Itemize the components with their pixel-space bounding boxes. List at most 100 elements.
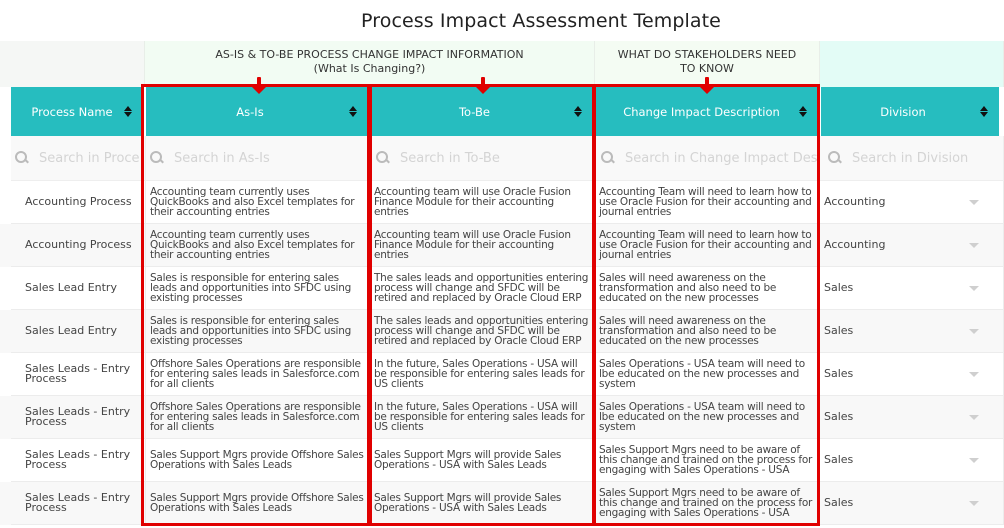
sort-icon[interactable] — [346, 106, 360, 117]
group-header-stakeholders: WHAT DO STAKEHOLDERS NEED TO KNOW — [595, 41, 820, 87]
group-header-blank — [0, 41, 145, 87]
sort-icon[interactable] — [121, 106, 135, 117]
division-value: Accounting — [824, 238, 886, 251]
cell-division[interactable]: Sales — [820, 396, 1004, 439]
row-gutter — [0, 353, 11, 396]
division-value: Accounting — [824, 195, 886, 208]
dropdown-caret-icon[interactable] — [969, 457, 979, 463]
cell-as-is: Sales Support Mgrs provide Offshore Sale… — [146, 482, 370, 525]
column-header-label: Change Impact Description — [623, 104, 780, 119]
cell-division[interactable]: Sales — [820, 353, 1004, 396]
search-change-impact[interactable] — [595, 136, 820, 181]
search-process-name-input[interactable] — [39, 150, 145, 166]
cell-as-is: Accounting team currently uses QuickBook… — [146, 181, 370, 224]
search-icon — [376, 151, 390, 165]
search-icon — [15, 151, 29, 165]
sort-icon[interactable] — [796, 106, 810, 117]
cell-as-is: Sales is responsible for entering sales … — [146, 310, 370, 353]
division-value: Sales — [824, 453, 854, 466]
dropdown-caret-icon[interactable] — [969, 414, 979, 420]
row-gutter — [0, 482, 11, 525]
cell-change-impact: Sales Operations - USA team will need to… — [595, 353, 820, 396]
dropdown-caret-icon[interactable] — [969, 328, 979, 334]
cell-process-name: Sales Leads - Entry Process — [11, 353, 146, 396]
search-icon — [601, 151, 615, 165]
search-change-impact-input[interactable] — [625, 150, 819, 166]
dropdown-caret-icon[interactable] — [969, 242, 979, 248]
group-header-as-is-to-be: AS-IS & TO-BE PROCESS CHANGE IMPACT INFO… — [145, 41, 595, 87]
row-gutter — [0, 396, 11, 439]
search-to-be-input[interactable] — [400, 150, 594, 166]
column-header-change-impact[interactable]: Change Impact Description — [595, 87, 820, 136]
search-as-is-input[interactable] — [174, 150, 369, 166]
column-header-label: Division — [880, 104, 926, 119]
search-as-is[interactable] — [146, 136, 370, 181]
cell-division[interactable]: Sales — [820, 267, 1004, 310]
cell-to-be: Accounting team will use Oracle Fusion F… — [370, 224, 595, 267]
column-header-label: Process Name — [31, 104, 113, 119]
search-division-input[interactable] — [852, 150, 1003, 166]
cell-to-be: Sales Support Mgrs will provide Sales Op… — [370, 439, 595, 482]
cell-process-name: Accounting Process — [11, 181, 146, 224]
division-value: Sales — [824, 410, 854, 423]
column-header-to-be[interactable]: To-Be — [370, 87, 595, 136]
cell-to-be: The sales leads and opportunities enteri… — [370, 267, 595, 310]
row-gutter — [0, 310, 11, 353]
row-gutter — [0, 267, 11, 310]
row-gutter — [0, 224, 11, 267]
column-header-label: To-Be — [458, 104, 491, 119]
division-value: Sales — [824, 496, 854, 509]
cell-process-name: Sales Lead Entry — [11, 267, 146, 310]
dropdown-caret-icon[interactable] — [969, 285, 979, 291]
search-process-name[interactable] — [11, 136, 146, 181]
column-header-division[interactable]: Division — [821, 87, 1001, 136]
cell-change-impact: Accounting Team will need to learn how t… — [595, 181, 820, 224]
group-header-as-is-to-be-title: AS-IS & TO-BE PROCESS CHANGE IMPACT INFO… — [215, 48, 524, 61]
cell-change-impact: Sales will need awareness on the transfo… — [595, 267, 820, 310]
division-value: Sales — [824, 324, 854, 337]
cell-change-impact: Sales Support Mgrs need to be aware of t… — [595, 439, 820, 482]
group-header-as-is-to-be-subtitle: (What Is Changing?) — [313, 62, 426, 75]
group-header-blank-right — [820, 41, 1004, 87]
cell-to-be: In the future, Sales Operations - USA wi… — [370, 396, 595, 439]
search-to-be[interactable] — [370, 136, 595, 181]
division-value: Sales — [824, 367, 854, 380]
cell-as-is: Offshore Sales Operations are responsibl… — [146, 396, 370, 439]
page-title: Process Impact Assessment Template — [361, 10, 721, 32]
cell-change-impact: Sales Support Mgrs need to be aware of t… — [595, 482, 820, 525]
division-value: Sales — [824, 281, 854, 294]
cell-process-name: Sales Leads - Entry Process — [11, 396, 146, 439]
cell-division[interactable]: Sales — [820, 439, 1004, 482]
sort-icon[interactable] — [977, 106, 991, 117]
cell-to-be: The sales leads and opportunities enteri… — [370, 310, 595, 353]
cell-division[interactable]: Accounting — [820, 224, 1004, 267]
column-header-as-is[interactable]: As-Is — [146, 87, 370, 136]
cell-process-name: Sales Lead Entry — [11, 310, 146, 353]
search-icon — [828, 151, 842, 165]
cell-to-be: Sales Support Mgrs will provide Sales Op… — [370, 482, 595, 525]
column-header-process-name[interactable]: Process Name — [11, 87, 145, 136]
row-gutter — [0, 181, 11, 224]
row-gutter — [0, 439, 11, 482]
cell-division[interactable]: Sales — [820, 310, 1004, 353]
cell-process-name: Sales Leads - Entry Process — [11, 439, 146, 482]
cell-as-is: Sales is responsible for entering sales … — [146, 267, 370, 310]
cell-change-impact: Sales will need awareness on the transfo… — [595, 310, 820, 353]
cell-process-name: Accounting Process — [11, 224, 146, 267]
group-header-stakeholders-title: WHAT DO STAKEHOLDERS NEED TO KNOW — [617, 48, 797, 75]
dropdown-caret-icon[interactable] — [969, 199, 979, 205]
cell-change-impact: Accounting Team will need to learn how t… — [595, 224, 820, 267]
cell-to-be: In the future, Sales Operations - USA wi… — [370, 353, 595, 396]
cell-as-is: Sales Support Mgrs provide Offshore Sale… — [146, 439, 370, 482]
search-division[interactable] — [820, 136, 1004, 181]
cell-division[interactable]: Sales — [820, 482, 1004, 525]
sort-icon[interactable] — [571, 106, 585, 117]
dropdown-caret-icon[interactable] — [969, 371, 979, 377]
cell-as-is: Offshore Sales Operations are responsibl… — [146, 353, 370, 396]
search-icon — [150, 151, 164, 165]
dropdown-caret-icon[interactable] — [969, 500, 979, 506]
cell-to-be: Accounting team will use Oracle Fusion F… — [370, 181, 595, 224]
column-header-label: As-Is — [236, 104, 264, 119]
cell-process-name: Sales Leads - Entry Process — [11, 482, 146, 525]
cell-division[interactable]: Accounting — [820, 181, 1004, 224]
